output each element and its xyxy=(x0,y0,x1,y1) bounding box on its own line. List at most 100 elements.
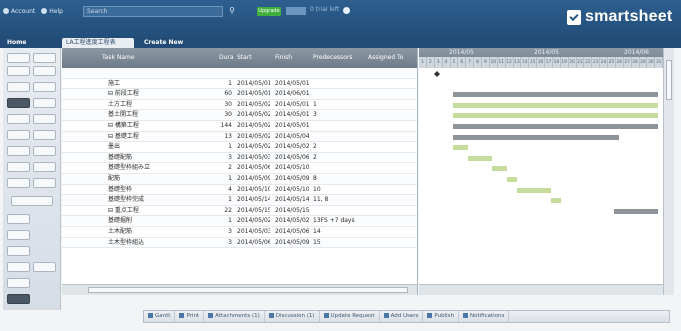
start-date-cell[interactable]: 2014/05/06 xyxy=(237,163,270,173)
sort-button[interactable] xyxy=(33,178,56,188)
table-row[interactable]: 墨出 1 2014/05/02 2014/05/02 2 xyxy=(62,142,417,153)
finish-date-cell[interactable]: 2014/05/10 xyxy=(275,185,309,195)
column-header-duration[interactable]: Dura xyxy=(219,54,234,61)
zoom-button[interactable] xyxy=(7,262,30,272)
print-button[interactable] xyxy=(7,66,30,76)
finish-date-cell[interactable]: 2014/05/01 xyxy=(275,121,309,131)
font-button[interactable] xyxy=(7,146,30,156)
duration-cell[interactable]: 30 xyxy=(219,110,232,120)
bottom-action-5[interactable]: Add Users xyxy=(380,311,424,322)
duration-cell[interactable]: 3 xyxy=(219,238,232,248)
duration-cell[interactable]: 1 xyxy=(219,79,232,89)
table-row[interactable]: ⊟ 基礎工程 13 2014/05/02 2014/05/04 xyxy=(62,131,417,143)
gantt-milestone[interactable] xyxy=(433,71,440,77)
outdent-button[interactable] xyxy=(33,130,56,140)
link-button[interactable] xyxy=(7,214,30,224)
gantt-task-bar[interactable] xyxy=(453,113,659,119)
bottom-action-4[interactable]: Update Request xyxy=(320,311,380,322)
start-date-cell[interactable]: 2014/05/02 xyxy=(237,110,270,120)
duration-cell[interactable]: 22 xyxy=(219,206,232,216)
task-name-cell[interactable]: 土方工程 xyxy=(108,100,216,110)
finish-date-cell[interactable]: 2014/05/06 xyxy=(275,227,309,237)
task-name-cell[interactable]: 基礎掘削 xyxy=(108,216,216,226)
vertical-scrollbar[interactable] xyxy=(663,48,674,295)
task-name-cell[interactable]: 土木型枠組込 xyxy=(108,238,216,248)
task-name-cell[interactable]: 基礎型枠組み立 xyxy=(108,163,216,173)
finish-date-cell[interactable]: 2014/05/06 xyxy=(275,153,309,163)
task-name-cell[interactable]: 基礎型枠完成 xyxy=(108,195,216,205)
predecessors-cell[interactable]: 14 xyxy=(313,227,373,237)
gantt-task-bar[interactable] xyxy=(516,187,551,193)
table-row[interactable]: 基礎型枠 4 2014/05/10 2014/05/10 10 xyxy=(62,185,417,196)
duration-cell[interactable]: 2 xyxy=(219,163,232,173)
bottom-action-0[interactable]: Gantt xyxy=(144,311,176,322)
task-name-cell[interactable]: 施工 xyxy=(108,79,216,89)
gantt-task-bar[interactable] xyxy=(453,145,468,151)
table-row[interactable]: ⊟ 前段工程 60 2014/05/01 2014/06/01 xyxy=(62,89,417,100)
column-header-finish[interactable]: Finish xyxy=(275,54,292,61)
finish-date-cell[interactable]: 2014/05/04 xyxy=(275,132,309,142)
predecessors-cell[interactable]: 15 xyxy=(313,238,373,248)
duration-cell[interactable]: 30 xyxy=(219,100,232,110)
gantt-task-bar[interactable] xyxy=(506,177,517,182)
bold-button[interactable] xyxy=(7,98,30,108)
table-row[interactable]: 基礎配筋 3 2014/05/03 2014/05/06 2 xyxy=(62,152,417,164)
duration-cell[interactable]: 144 xyxy=(219,121,232,131)
duration-cell[interactable]: 3 xyxy=(219,153,232,163)
view-toggle-button[interactable] xyxy=(11,196,53,206)
zoom-level-button[interactable] xyxy=(33,262,56,272)
start-date-cell[interactable]: 2014/05/10 xyxy=(237,185,270,195)
undo-button[interactable] xyxy=(7,53,30,63)
promo-badge[interactable] xyxy=(286,7,306,15)
finish-date-cell[interactable]: 2014/05/01 xyxy=(275,79,309,89)
start-date-cell[interactable]: 2014/05/02 xyxy=(237,121,270,131)
upgrade-button[interactable]: Upgrade xyxy=(257,7,281,16)
start-date-cell[interactable]: 2014/05/02 xyxy=(237,216,270,226)
align-button[interactable] xyxy=(7,114,30,124)
cut-button[interactable] xyxy=(7,82,30,92)
predecessors-cell[interactable]: 2 xyxy=(313,153,373,163)
table-row[interactable]: ⊟ 構築工程 144 2014/05/02 2014/05/01 xyxy=(62,121,417,132)
task-name-cell[interactable]: 基礎型枠 xyxy=(108,185,216,195)
predecessors-cell[interactable]: 10 xyxy=(313,185,373,195)
duration-cell[interactable]: 4 xyxy=(219,185,232,195)
search-input[interactable]: Search xyxy=(83,6,223,17)
settings-button[interactable] xyxy=(7,278,30,288)
column-header-predecessors[interactable]: Predecessors xyxy=(313,54,353,61)
task-name-cell[interactable]: ⊟ 基礎工程 xyxy=(108,132,216,142)
tab-sheet[interactable]: LA工程進度工程表 xyxy=(62,38,134,48)
start-date-cell[interactable]: 2014/05/02 xyxy=(237,142,270,152)
gantt-summary-bar[interactable] xyxy=(453,134,620,140)
column-header-start[interactable]: Start xyxy=(237,54,252,61)
table-row[interactable]: 基礎型枠組み立 2 2014/05/06 2014/05/10 xyxy=(62,163,417,174)
bottom-action-1[interactable]: Print xyxy=(175,311,205,322)
text-color-button[interactable] xyxy=(7,162,30,172)
table-row[interactable]: 土木型枠組込 3 2014/05/06 2014/05/09 15 xyxy=(62,237,417,249)
save-button[interactable] xyxy=(33,66,56,76)
duration-cell[interactable]: 1 xyxy=(219,142,232,152)
start-date-cell[interactable]: 2014/05/14 xyxy=(237,195,270,205)
gantt-task-bar[interactable] xyxy=(467,155,493,161)
task-name-cell[interactable]: 配筋 xyxy=(108,174,216,184)
info-icon[interactable] xyxy=(343,7,350,14)
predecessors-cell[interactable]: 11, 8 xyxy=(313,195,373,205)
gantt-summary-bar[interactable] xyxy=(453,92,659,98)
start-date-cell[interactable]: 2014/05/01 xyxy=(237,79,270,89)
table-row[interactable]: 配筋 1 2014/05/09 2014/05/09 8 xyxy=(62,173,417,185)
bottom-action-2[interactable]: Attachments (1) xyxy=(204,311,265,322)
gantt-horizontal-scrollbar[interactable] xyxy=(419,284,663,295)
table-row[interactable]: 施工 1 2014/05/01 2014/05/01 xyxy=(62,79,417,90)
finish-date-cell[interactable]: 2014/05/01 xyxy=(275,110,309,120)
duration-cell[interactable]: 1 xyxy=(219,174,232,184)
table-row[interactable]: 土方工程 30 2014/05/02 2014/05/01 1 xyxy=(62,100,417,111)
table-row[interactable] xyxy=(62,68,417,79)
start-date-cell[interactable]: 2014/05/09 xyxy=(237,174,270,184)
start-date-cell[interactable]: 2014/05/06 xyxy=(237,238,270,248)
table-row[interactable]: 基土開工程 30 2014/05/02 2014/05/01 3 xyxy=(62,110,417,121)
redo-button[interactable] xyxy=(33,53,56,63)
finish-date-cell[interactable]: 2014/05/02 xyxy=(275,142,309,152)
attach-button[interactable] xyxy=(7,230,30,240)
table-row[interactable]: 土木配筋 3 2014/05/03 2014/05/06 14 xyxy=(62,227,417,238)
bottom-action-3[interactable]: Discussion (1) xyxy=(265,311,320,322)
task-name-cell[interactable]: 土木配筋 xyxy=(108,227,216,237)
